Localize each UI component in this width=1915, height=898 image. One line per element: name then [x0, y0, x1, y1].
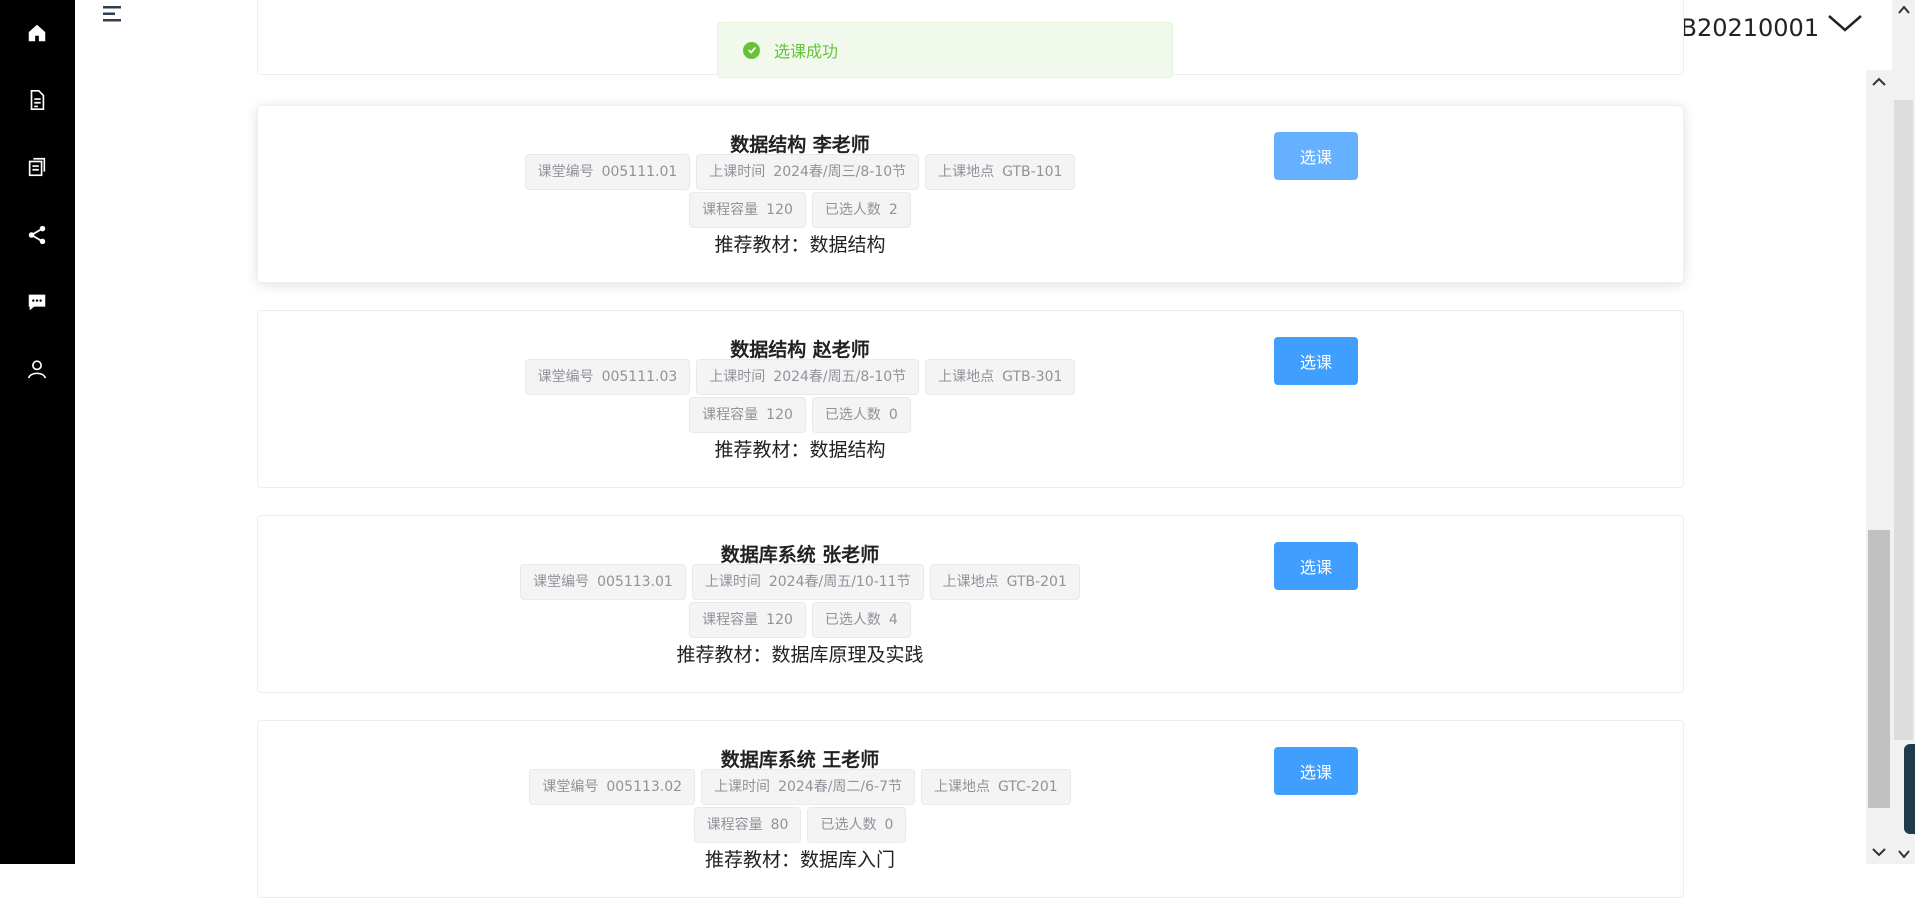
course-card: 数据结构 李老师 课堂编号 005111.01 上课时间 2024春/周三/8-10… [257, 105, 1684, 283]
class-time-tag: 上课时间 2024春/周三/8-10节 [696, 154, 920, 190]
document-icon[interactable] [22, 85, 52, 115]
class-code-tag: 课堂编号 005113.02 [529, 769, 696, 805]
enrolled-tag: 已选人数 0 [811, 397, 911, 433]
content-scrollbar-thumb[interactable] [1868, 530, 1890, 808]
course-title: 数据库系统 王老师 [720, 749, 880, 771]
course-title: 数据结构 赵老师 [730, 339, 870, 361]
chat-icon[interactable] [22, 287, 52, 317]
floating-widget[interactable] [1904, 744, 1915, 834]
sidebar [0, 0, 75, 864]
class-code-tag: 课堂编号 005111.03 [524, 359, 691, 395]
window-scroll-up-arrow-icon[interactable] [1896, 2, 1912, 16]
course-title: 数据库系统 张老师 [720, 544, 880, 566]
menu-toggle-icon[interactable] [102, 4, 122, 24]
user-id: PB20210001 [1666, 14, 1820, 42]
recommended-textbook: 推荐教材：数据结构 [714, 234, 886, 256]
class-location-tag: 上课地点 GTC-201 [921, 769, 1071, 805]
class-location-tag: 上课地点 GTB-101 [925, 154, 1076, 190]
chevron-down-icon[interactable] [1826, 8, 1864, 38]
scroll-up-arrow-icon[interactable] [1870, 74, 1888, 90]
success-toast: 选课成功 [717, 22, 1173, 78]
course-card: 数据结构 赵老师 课堂编号 005111.03 上课时间 2024春/周五/8-10… [257, 310, 1684, 488]
recommended-textbook: 推荐教材：数据结构 [714, 439, 886, 461]
enrolled-tag: 已选人数 0 [807, 807, 907, 843]
class-time-tag: 上课时间 2024春/周五/10-11节 [691, 564, 924, 600]
select-course-button[interactable]: 选课 [1274, 132, 1358, 180]
enrolled-tag: 已选人数 4 [811, 602, 911, 638]
documents-icon[interactable] [22, 152, 52, 182]
window-scrollbar-thumb[interactable] [1894, 100, 1913, 740]
course-card: 数据库系统 王老师 课堂编号 005113.02 上课时间 2024春/周二/6-7… [257, 720, 1684, 898]
capacity-tag: 课程容量 120 [689, 192, 806, 228]
class-location-tag: 上课地点 GTB-201 [929, 564, 1080, 600]
capacity-tag: 课程容量 120 [689, 602, 806, 638]
class-code-tag: 课堂编号 005113.01 [520, 564, 686, 600]
course-title: 数据结构 李老师 [730, 134, 870, 156]
enrolled-tag: 已选人数 2 [811, 192, 911, 228]
scroll-down-arrow-icon[interactable] [1870, 844, 1888, 860]
window-scroll-down-arrow-icon[interactable] [1896, 846, 1912, 860]
class-code-tag: 课堂编号 005111.01 [524, 154, 691, 190]
share-icon[interactable] [22, 220, 52, 250]
recommended-textbook: 推荐教材：数据库原理及实践 [676, 644, 924, 666]
recommended-textbook: 推荐教材：数据库入门 [704, 849, 895, 871]
capacity-tag: 课程容量 80 [693, 807, 802, 843]
class-time-tag: 上课时间 2024春/周二/6-7节 [701, 769, 915, 805]
home-icon[interactable] [22, 18, 52, 48]
select-course-button[interactable]: 选课 [1274, 542, 1358, 590]
user-icon[interactable] [22, 354, 52, 384]
capacity-tag: 课程容量 120 [689, 397, 806, 433]
select-course-button[interactable]: 选课 [1274, 337, 1358, 385]
class-time-tag: 上课时间 2024春/周五/8-10节 [696, 359, 920, 395]
class-location-tag: 上课地点 GTB-301 [925, 359, 1076, 395]
check-circle-icon [743, 41, 760, 59]
course-card: 数据库系统 张老师 课堂编号 005113.01 上课时间 2024春/周五/10-… [257, 515, 1684, 693]
select-course-button[interactable]: 选课 [1274, 747, 1358, 795]
toast-message: 选课成功 [774, 42, 839, 61]
